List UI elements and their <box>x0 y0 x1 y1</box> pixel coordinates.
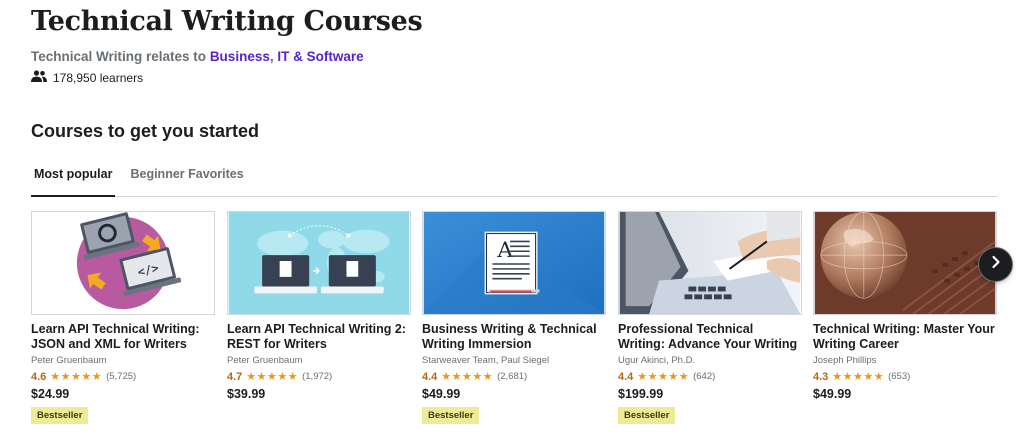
course-price: $49.99 <box>813 387 852 401</box>
course-card[interactable]: A Business Writing & Technical Writing I… <box>422 211 606 424</box>
course-author: Peter Gruenbaum <box>31 355 107 366</box>
course-rating: 4.3 ★★★★★ (653) <box>813 370 997 384</box>
laptops-code-icon: </> <box>32 212 214 314</box>
it-software-link[interactable]: IT & Software <box>277 49 363 64</box>
section-title: Courses to get you started <box>31 121 260 141</box>
course-thumbnail <box>227 211 411 315</box>
course-author: Joseph Phillips <box>813 355 877 366</box>
bestseller-badge: Bestseller <box>31 407 89 424</box>
course-title[interactable]: Technical Writing: Master Your Writing C… <box>813 322 997 352</box>
chevron-right-icon <box>989 255 1003 274</box>
people-icon <box>31 70 47 85</box>
course-card[interactable]: </> Learn API Technical Writing: JSON an… <box>31 211 215 424</box>
course-rating: 4.4 ★★★★★ (642) <box>618 370 802 384</box>
rating-score: 4.4 <box>422 370 438 383</box>
rating-count: (1,972) <box>302 371 333 382</box>
world-map-laptops-icon <box>228 212 410 314</box>
rating-score: 4.4 <box>618 370 634 383</box>
course-thumbnail <box>813 211 997 315</box>
course-rating: 4.6 ★★★★★ (5,725) <box>31 370 215 384</box>
course-title[interactable]: Learn API Technical Writing: JSON and XM… <box>31 322 215 352</box>
relates-prefix: Technical Writing relates to <box>31 49 207 64</box>
rating-count: (642) <box>693 371 716 382</box>
globe-keyboard-photo <box>814 212 996 314</box>
rating-score: 4.6 <box>31 370 47 383</box>
learners-count: 178,950 learners <box>31 70 143 85</box>
rating-count: (653) <box>888 371 911 382</box>
course-price: $39.99 <box>227 387 266 401</box>
star-rating-icon: ★★★★★ <box>50 371 103 383</box>
course-carousel: </> Learn API Technical Writing: JSON an… <box>31 211 997 431</box>
rating-score: 4.3 <box>813 370 829 383</box>
course-card[interactable]: Technical Writing: Master Your Writing C… <box>813 211 997 401</box>
course-price: $49.99 <box>422 387 461 401</box>
carousel-next-button[interactable] <box>978 247 1013 282</box>
course-card[interactable]: Professional Technical Writing: Advance … <box>618 211 802 424</box>
star-rating-icon: ★★★★★ <box>637 371 690 383</box>
course-author: Peter Gruenbaum <box>227 355 303 366</box>
course-title[interactable]: Professional Technical Writing: Advance … <box>618 322 802 352</box>
course-author: Starweaver Team, Paul Siegel <box>422 355 550 366</box>
document-icon: A <box>423 212 605 314</box>
star-rating-icon: ★★★★★ <box>246 371 299 383</box>
course-rating: 4.7 ★★★★★ (1,972) <box>227 370 411 384</box>
star-rating-icon: ★★★★★ <box>832 371 885 383</box>
course-price: $199.99 <box>618 387 664 401</box>
course-rating: 4.4 ★★★★★ (2,681) <box>422 370 606 384</box>
course-card[interactable]: Learn API Technical Writing 2: REST for … <box>227 211 411 401</box>
rating-count: (5,725) <box>106 371 137 382</box>
relates-to-line: Technical Writing relates to Business, I… <box>31 49 364 64</box>
star-rating-icon: ★★★★★ <box>441 371 494 383</box>
business-link[interactable]: Business <box>210 49 270 64</box>
learners-text: 178,950 learners <box>53 70 144 85</box>
laptop-hands-photo <box>619 212 801 314</box>
tab-beginner-favorites[interactable]: Beginner Favorites <box>127 160 246 197</box>
rating-score: 4.7 <box>227 370 243 383</box>
course-tabs: Most popular Beginner Favorites <box>31 160 997 197</box>
course-thumbnail: </> <box>31 211 215 315</box>
page-title: Technical Writing Courses <box>31 6 423 37</box>
course-thumbnail <box>618 211 802 315</box>
course-author: Ugur Akinci, Ph.D. <box>618 355 696 366</box>
bestseller-badge: Bestseller <box>422 407 480 424</box>
course-title[interactable]: Learn API Technical Writing 2: REST for … <box>227 322 411 352</box>
course-thumbnail: A <box>422 211 606 315</box>
tab-most-popular[interactable]: Most popular <box>31 160 116 197</box>
rating-count: (2,681) <box>497 371 528 382</box>
course-price: $24.99 <box>31 387 70 401</box>
bestseller-badge: Bestseller <box>618 407 676 424</box>
course-title[interactable]: Business Writing & Technical Writing Imm… <box>422 322 606 352</box>
